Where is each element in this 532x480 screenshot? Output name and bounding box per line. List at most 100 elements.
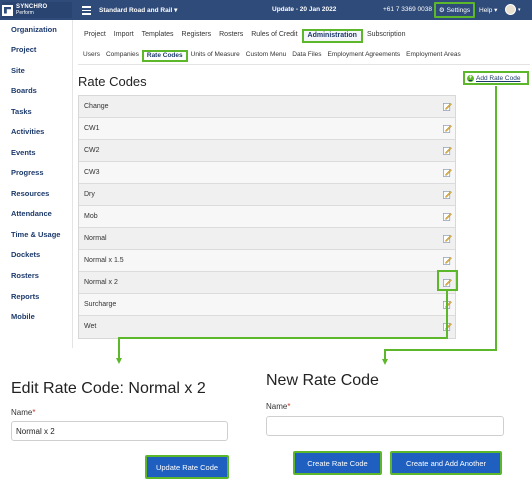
sidebar-item-organization[interactable]: Organization [11, 25, 57, 34]
subtab-rate-codes[interactable]: Rate Codes [141, 50, 188, 62]
rate-code-name: Normal x 2 [84, 279, 118, 286]
tab-rules-of-credit[interactable]: Rules of Credit [247, 29, 301, 43]
new-name-input[interactable] [266, 416, 504, 436]
synchro-logo[interactable]: SYNCHRO Perform [2, 2, 72, 18]
sidebar-item-tasks[interactable]: Tasks [11, 107, 32, 116]
edit-form-title: Edit Rate Code: Normal x 2 [11, 380, 206, 397]
phone-number: +61 7 3369 0038 [383, 6, 432, 13]
table-row[interactable]: CW3 [79, 162, 455, 184]
rate-code-name: Change [84, 103, 109, 110]
sidebar-item-events[interactable]: Events [11, 148, 36, 157]
rate-code-name: Dry [84, 191, 95, 198]
edit-name-input[interactable]: Normal x 2 [11, 421, 228, 441]
add-rate-code-link[interactable]: + Add Rate Code [463, 71, 529, 85]
connector-line [118, 337, 448, 339]
connector-line [384, 349, 497, 351]
subtab-custom-menu[interactable]: Custom Menu [243, 50, 289, 62]
create-and-add-another-button[interactable]: Create and Add Another [390, 451, 502, 475]
page-title: Rate Codes [78, 74, 147, 89]
plus-icon: + [467, 74, 474, 82]
gear-icon: ⚙ [438, 7, 445, 14]
tab-rosters[interactable]: Rosters [215, 29, 247, 43]
edit-icon[interactable] [443, 234, 452, 243]
table-row[interactable]: CW1 [79, 118, 455, 140]
table-row[interactable]: Normal [79, 228, 455, 250]
avatar[interactable] [505, 4, 516, 15]
table-row[interactable]: Normal x 1.5 [79, 250, 455, 272]
rate-code-name: CW3 [84, 169, 100, 176]
edit-icon[interactable] [443, 168, 452, 177]
table-row[interactable]: Change [79, 96, 455, 118]
rate-code-name: Wet [84, 323, 97, 330]
nav-divider [78, 64, 530, 65]
table-row[interactable]: Wet [79, 316, 455, 338]
connector-line [446, 291, 448, 339]
rate-code-name: CW2 [84, 147, 100, 154]
required-mark: * [287, 402, 291, 411]
subtab-units-of-measure[interactable]: Units of Measure [188, 50, 243, 62]
subtab-employment-areas[interactable]: Employment Areas [403, 50, 464, 62]
rate-code-name: Normal x 1.5 [84, 257, 124, 264]
sidebar-item-progress[interactable]: Progress [11, 168, 44, 177]
edit-name-label: Name* [11, 408, 36, 417]
required-mark: * [32, 408, 36, 417]
rate-code-name: Surcharge [84, 301, 117, 308]
update-rate-code-button[interactable]: Update Rate Code [145, 455, 229, 479]
menu-icon[interactable] [82, 4, 91, 16]
subtab-users[interactable]: Users [80, 50, 103, 62]
sidebar-item-reports[interactable]: Reports [11, 292, 39, 301]
logo-mark-icon [2, 4, 13, 16]
table-row[interactable]: Normal x 2 [79, 272, 455, 294]
table-row[interactable]: CW2 [79, 140, 455, 162]
sidebar-item-project[interactable]: Project [11, 45, 36, 54]
help-menu[interactable]: Help ▾ [479, 6, 497, 14]
sidebar-item-activities[interactable]: Activities [11, 127, 44, 136]
sidebar-item-attendance[interactable]: Attendance [11, 209, 52, 218]
tab-registers[interactable]: Registers [178, 29, 216, 43]
top-bar: SYNCHRO Perform Standard Road and Rail ▾… [0, 0, 532, 20]
connector-line [118, 337, 120, 359]
new-form-title: New Rate Code [266, 372, 379, 389]
sidebar-item-rosters[interactable]: Rosters [11, 271, 39, 280]
rate-code-name: Normal [84, 235, 107, 242]
update-label: Update - 20 Jan 2022 [272, 6, 337, 13]
sidebar-item-time-usage[interactable]: Time & Usage [11, 230, 60, 239]
edit-icon[interactable] [443, 124, 452, 133]
tab-import[interactable]: Import [110, 29, 138, 43]
edit-icon[interactable] [443, 146, 452, 155]
edit-highlight [437, 270, 458, 291]
table-row[interactable]: Surcharge [79, 294, 455, 316]
edit-icon[interactable] [443, 212, 452, 221]
connector-line [495, 86, 497, 351]
project-selector[interactable]: Standard Road and Rail ▾ [99, 6, 177, 14]
table-row[interactable]: Mob [79, 206, 455, 228]
chevron-down-icon[interactable]: ▾ [518, 7, 521, 13]
subtab-companies[interactable]: Companies [103, 50, 142, 62]
subtab-data-files[interactable]: Data Files [289, 50, 324, 62]
edit-icon[interactable] [443, 256, 452, 265]
tab-templates[interactable]: Templates [138, 29, 178, 43]
subtab-employment-agreements[interactable]: Employment Agreements [325, 50, 404, 62]
sidebar: Organization Project Site Boards Tasks A… [0, 20, 73, 348]
sidebar-item-resources[interactable]: Resources [11, 189, 49, 198]
arrow-down-icon [115, 358, 122, 364]
rate-code-name: CW1 [84, 125, 100, 132]
edit-icon[interactable] [443, 190, 452, 199]
edit-icon[interactable] [443, 102, 452, 111]
settings-button[interactable]: ⚙ Settings [434, 2, 475, 18]
tab-project[interactable]: Project [80, 29, 110, 43]
sidebar-item-site[interactable]: Site [11, 66, 25, 75]
sidebar-item-dockets[interactable]: Dockets [11, 250, 40, 259]
sidebar-item-boards[interactable]: Boards [11, 86, 37, 95]
settings-label: Settings [446, 6, 471, 14]
table-row[interactable]: Dry [79, 184, 455, 206]
rate-code-name: Mob [84, 213, 98, 220]
primary-nav: Project Import Templates Registers Roste… [80, 29, 409, 43]
rate-codes-table: Change CW1 CW2 CW3 Dry Mob Normal Normal x 1.5 N… [78, 95, 456, 339]
tab-subscription[interactable]: Subscription [363, 29, 410, 43]
secondary-nav: Users Companies Rate Codes Units of Meas… [80, 50, 464, 62]
sidebar-item-mobile[interactable]: Mobile [11, 312, 35, 321]
logo-line2: Perform [16, 10, 34, 16]
tab-administration[interactable]: Administration [301, 29, 363, 43]
create-rate-code-button[interactable]: Create Rate Code [293, 451, 382, 475]
